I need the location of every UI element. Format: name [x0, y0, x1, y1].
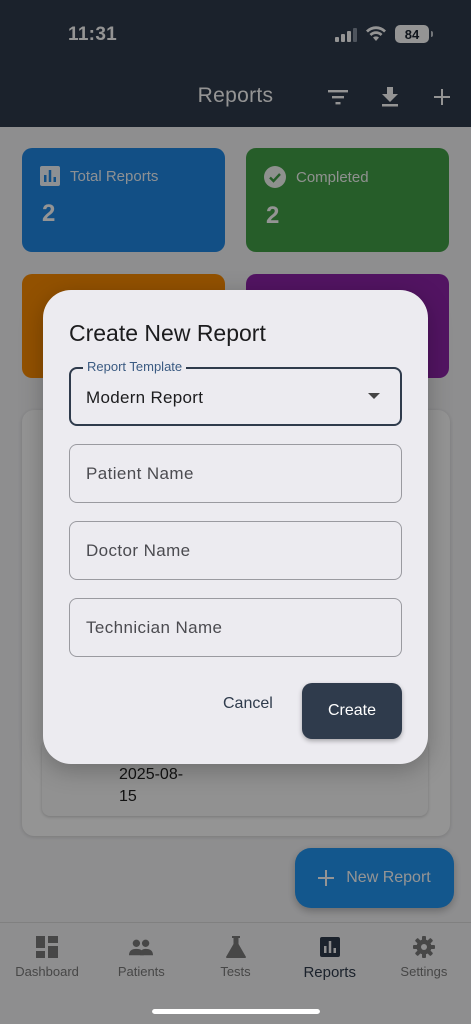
cancel-button[interactable]: Cancel	[223, 695, 273, 713]
dialog-title: Create New Report	[69, 320, 266, 346]
doctor-name-input[interactable]	[70, 522, 401, 579]
technician-name-field[interactable]	[69, 598, 402, 657]
create-button[interactable]: Create	[302, 683, 402, 739]
report-template-value: Modern Report	[86, 388, 204, 407]
technician-name-input[interactable]	[70, 599, 401, 656]
report-template-select[interactable]: Report Template Modern Report	[69, 359, 402, 426]
doctor-name-field[interactable]	[69, 521, 402, 580]
create-report-dialog: Create New Report Report Template Modern…	[43, 290, 428, 764]
patient-name-input[interactable]	[70, 445, 401, 502]
patient-name-field[interactable]	[69, 444, 402, 503]
home-indicator	[152, 1009, 320, 1014]
report-template-label: Report Template	[83, 359, 187, 374]
dropdown-arrow-icon	[368, 393, 380, 399]
